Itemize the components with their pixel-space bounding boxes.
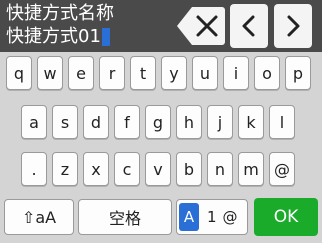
space-key[interactable]: 空格 xyxy=(78,199,172,235)
key-n[interactable]: n xyxy=(207,152,233,186)
key-g[interactable]: g xyxy=(145,105,171,139)
key-i[interactable]: i xyxy=(223,56,249,90)
key-k[interactable]: k xyxy=(238,105,264,139)
text-cursor xyxy=(101,28,110,46)
field-title: 快捷方式名称 xyxy=(6,3,114,24)
key-t[interactable]: t xyxy=(130,56,156,90)
mode-alpha-indicator: A xyxy=(179,203,199,231)
shift-key[interactable]: ⇧aA xyxy=(4,199,74,235)
key-w[interactable]: w xyxy=(37,56,63,90)
mode-numeric-indicator: 1 xyxy=(207,208,217,226)
key-v[interactable]: v xyxy=(145,152,171,186)
keyboard: qwertyuiop asdfghjkl . z x c v b n m @ ⇧aA 空格 A … xyxy=(0,52,322,243)
key-period[interactable]: . xyxy=(21,152,47,186)
input-value: 快捷方式01 xyxy=(6,26,101,47)
key-at[interactable]: @ xyxy=(269,152,295,186)
ok-button[interactable]: OK xyxy=(254,198,318,236)
cursor-left-button[interactable] xyxy=(230,4,268,48)
key-p[interactable]: p xyxy=(285,56,311,90)
backspace-icon xyxy=(177,7,225,45)
key-a[interactable]: a xyxy=(21,105,47,139)
key-r[interactable]: r xyxy=(99,56,125,90)
keyboard-screen: 快捷方式名称 快捷方式01 qwertyuiop asdfghjkl .zxcv… xyxy=(0,0,322,243)
key-u[interactable]: u xyxy=(192,56,218,90)
key-e[interactable]: e xyxy=(68,56,94,90)
key-f[interactable]: f xyxy=(114,105,140,139)
key-l[interactable]: l xyxy=(269,105,295,139)
chevron-left-icon xyxy=(242,15,255,37)
key-d[interactable]: d xyxy=(83,105,109,139)
cursor-right-button[interactable] xyxy=(274,4,312,48)
key-y[interactable]: y xyxy=(161,56,187,90)
key-c[interactable]: c xyxy=(114,152,140,186)
chevron-right-icon xyxy=(287,15,300,37)
key-j[interactable]: j xyxy=(207,105,233,139)
key-q[interactable]: q xyxy=(6,56,32,90)
text-input[interactable]: 快捷方式01 xyxy=(6,26,110,48)
key-z[interactable]: z xyxy=(52,152,78,186)
input-mode-key[interactable]: A 1 @ xyxy=(176,199,248,235)
key-m[interactable]: m xyxy=(238,152,264,186)
key-o[interactable]: o xyxy=(254,56,280,90)
key-b[interactable]: b xyxy=(176,152,202,186)
input-header: 快捷方式名称 快捷方式01 xyxy=(0,0,322,52)
backspace-button[interactable] xyxy=(176,4,226,48)
key-h[interactable]: h xyxy=(176,105,202,139)
key-s[interactable]: s xyxy=(52,105,78,139)
mode-symbol-indicator: @ xyxy=(222,208,238,226)
key-x[interactable]: x xyxy=(83,152,109,186)
